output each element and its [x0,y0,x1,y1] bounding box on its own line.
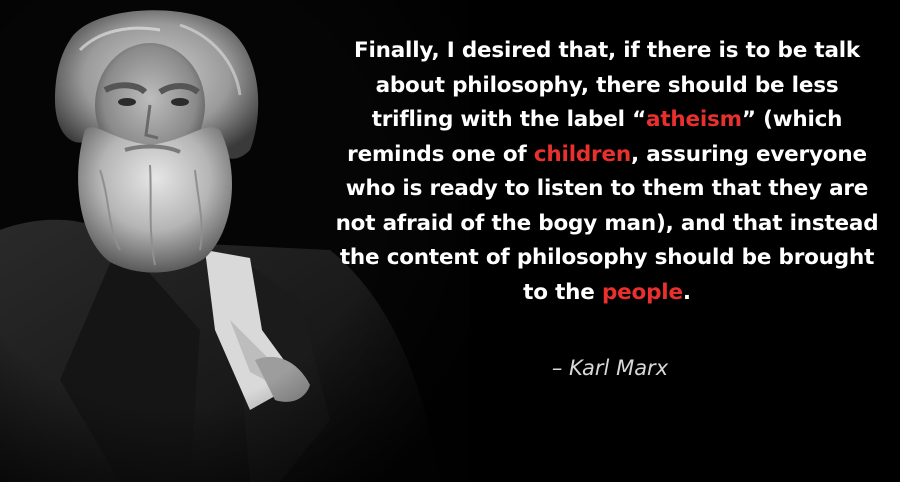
quote-line-5: who is ready to listen to them that they… [345,176,869,201]
highlight-atheism: atheism [646,107,742,132]
highlight-people: people [601,279,683,305]
quote-line-1: Finally, I desired that, if there is to … [353,38,861,63]
quote-line-7: the content of philosophy should be brou… [339,245,875,270]
quote-line-4: reminds one of children, assuring everyo… [347,141,867,167]
quote-text: Finally, I desired that, if there is to … [318,34,896,310]
quote-line-8: to the people. [523,279,691,305]
quote-poster: Finally, I desired that, if there is to … [0,0,900,482]
quote-line-3: trifling with the label “atheism” (which [371,107,843,132]
quote-line-2: about philosophy, there should be less [375,72,839,98]
attribution: – Karl Marx [551,356,669,380]
quote-line-6: not afraid of the bogy man), and that in… [335,210,879,236]
highlight-children: children [533,141,631,167]
